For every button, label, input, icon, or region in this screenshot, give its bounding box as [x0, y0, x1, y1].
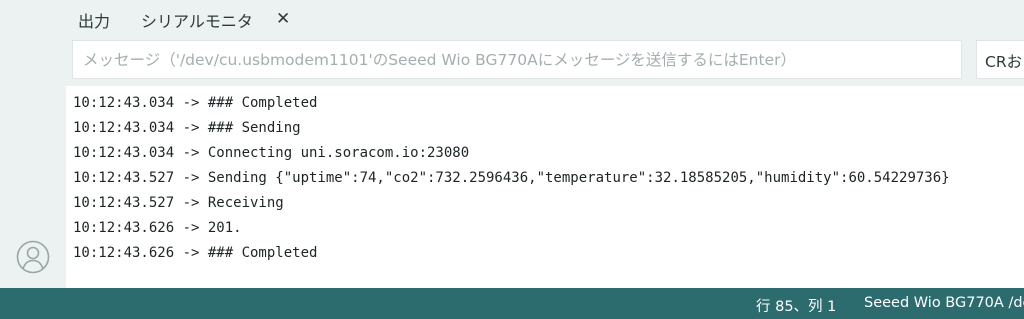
close-icon[interactable]: ✕	[276, 9, 290, 29]
activity-sidebar	[0, 0, 66, 288]
serial-output-console[interactable]: 10:12:43.034 -> ### Completed 10:12:43.0…	[66, 86, 1024, 288]
tab-serial-monitor[interactable]: シリアルモニタ	[141, 8, 253, 32]
console-line: 10:12:43.034 -> ### Sending	[73, 120, 301, 136]
console-line: 10:12:43.527 -> Sending {"uptime":74,"co…	[73, 170, 950, 186]
status-bar: 行 85、列 1 Seeed Wio BG770A /dev/cu.usbmod…	[0, 288, 1024, 319]
bottom-panel: 出力 シリアルモニタ ✕ CRおよびLF 10:12:43.034 -> ###…	[66, 0, 1024, 288]
account-icon[interactable]	[16, 240, 50, 274]
cursor-position[interactable]: 行 85、列 1	[756, 295, 836, 316]
serial-monitor-window: 出力 シリアルモニタ ✕ CRおよびLF 10:12:43.034 -> ###…	[0, 0, 1024, 319]
console-line: 10:12:43.527 -> Receiving	[73, 195, 284, 211]
panel-tabs: 出力 シリアルモニタ ✕	[66, 0, 1024, 38]
console-line: 10:12:43.626 -> 201.	[73, 220, 242, 236]
message-input[interactable]	[72, 40, 962, 79]
console-line: 10:12:43.034 -> ### Completed	[73, 95, 318, 111]
tab-output[interactable]: 出力	[78, 8, 110, 32]
console-line: 10:12:43.626 -> ### Completed	[73, 245, 318, 261]
line-ending-select[interactable]: CRおよびLF	[976, 40, 1024, 79]
console-line: 10:12:43.034 -> Connecting uni.soracom.i…	[73, 145, 470, 161]
board-selector[interactable]: Seeed Wio BG770A /dev/cu.usbmodem1101	[864, 295, 1024, 311]
